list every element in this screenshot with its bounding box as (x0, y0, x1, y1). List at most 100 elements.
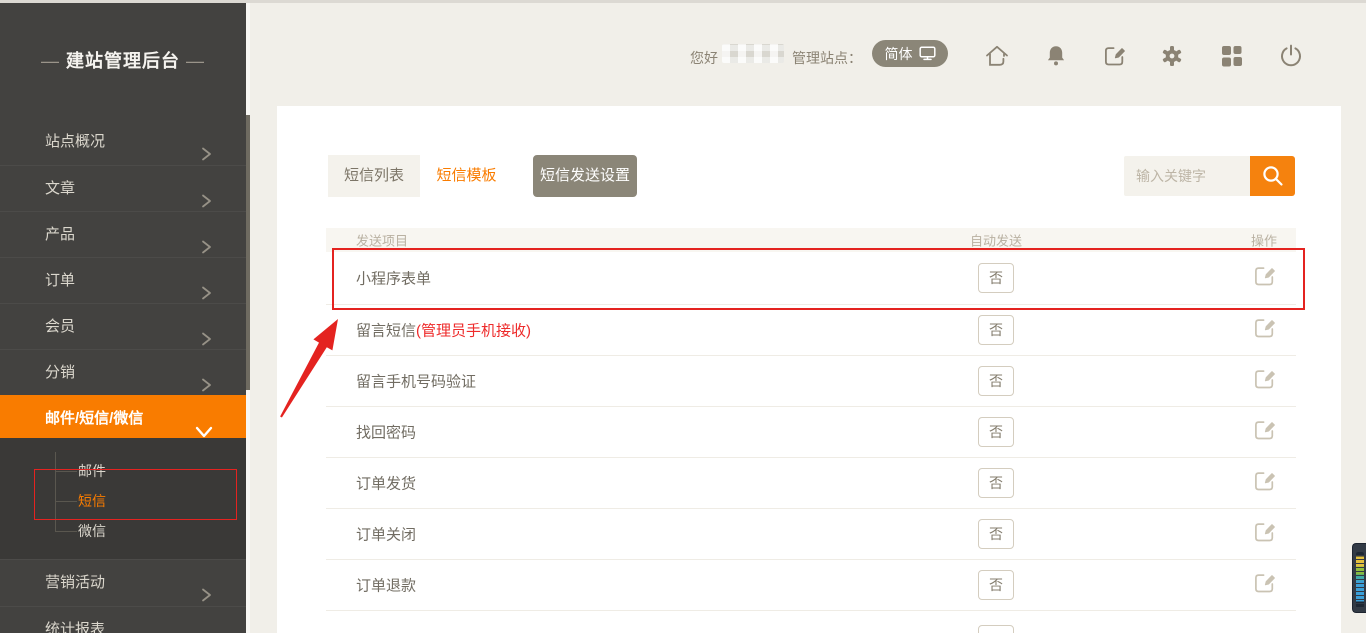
auto-send-cell: 否 (950, 417, 1042, 447)
operation-cell (1234, 468, 1294, 498)
send-item-name-note: (管理员手机接收) (416, 323, 531, 340)
auto-send-toggle-button[interactable]: 否 (978, 519, 1014, 549)
sms-template-table: 发送项目 自动发送 操作 小程序表单否留言短信(管理员手机接收)否留言手机号码验… (326, 228, 1296, 633)
sidebar-item-distribution[interactable]: 分销 (0, 349, 246, 395)
topbar: 您好 · 管理站点： 简体 (250, 3, 1366, 103)
operation-cell (1234, 417, 1294, 447)
edit-icon[interactable] (1251, 519, 1277, 545)
sidebar-item-label: 营销活动 (45, 574, 105, 591)
sidebar-item-articles[interactable]: 文章 (0, 165, 246, 211)
sidebar-item-orders[interactable]: 订单 (0, 257, 246, 303)
auto-send-toggle-button[interactable]: 否 (978, 570, 1014, 600)
operation-cell (1234, 315, 1294, 345)
auto-send-cell: 否 (950, 570, 1042, 600)
auto-send-cell: 否 (950, 366, 1042, 396)
auto-send-toggle-button[interactable]: 否 (978, 315, 1014, 345)
table-row: 找回密码 否 (326, 407, 1296, 458)
operation-cell (1234, 263, 1294, 293)
auto-send-toggle-button[interactable]: 否 (978, 263, 1014, 293)
edit-icon[interactable] (1251, 468, 1277, 494)
edit-icon[interactable] (1251, 366, 1277, 392)
manage-site-label: 管理站点： (792, 48, 862, 68)
admin-title: — 建站管理后台 — (0, 47, 246, 73)
tab-sms-list[interactable]: 短信列表 (328, 155, 420, 197)
tree-line (55, 452, 56, 531)
sidebar-item-marketing[interactable]: 营销活动 (0, 559, 246, 605)
send-item-name: 小程序表单 (356, 268, 431, 289)
title-dash-right: — (186, 51, 205, 71)
auto-send-cell: 否 (950, 315, 1042, 345)
edit-icon[interactable] (1251, 263, 1277, 289)
sms-send-settings-button[interactable]: 短信发送设置 (533, 155, 637, 197)
submenu-item-label: 邮件 (78, 463, 106, 479)
sidebar-item-label: 会员 (45, 318, 75, 335)
monitor-icon (919, 46, 936, 61)
table-row: 订单退款 否 (326, 560, 1296, 611)
sidebar-item-members[interactable]: 会员 (0, 303, 246, 349)
sidebar-item-label: 订单 (45, 272, 75, 289)
operation-cell (1234, 519, 1294, 549)
sidebar-scrollbar-thumb[interactable] (246, 115, 250, 390)
header-send-item: 发送项目 (356, 231, 408, 250)
send-item-name: 订单发货 (356, 473, 416, 494)
search-icon (1260, 163, 1286, 189)
edit-icon[interactable] (1251, 570, 1277, 596)
submenu-item-wechat[interactable]: 微信 (78, 521, 228, 541)
home-icon[interactable] (984, 43, 1010, 69)
sidebar-item-label: 站点概况 (45, 133, 105, 150)
header-auto-send: 自动发送 (950, 231, 1042, 250)
sidebar-item-statistics[interactable]: 统计报表 (0, 606, 246, 633)
table-header: 发送项目 自动发送 操作 (326, 228, 1296, 252)
auto-send-toggle-button[interactable]: 否 (978, 417, 1014, 447)
sidebar-item-site-overview[interactable]: 站点概况 (0, 119, 246, 165)
header-operation: 操作 (1234, 231, 1294, 250)
send-item-name: 订单退款 (356, 575, 416, 596)
browser-widget[interactable] (1352, 543, 1366, 613)
auto-send-toggle-button[interactable]: 否 (978, 625, 1014, 633)
operation-cell (1234, 570, 1294, 600)
compose-icon[interactable] (1101, 43, 1127, 69)
send-item-name: 找回密码 (356, 422, 416, 443)
search-button[interactable] (1250, 156, 1295, 196)
tab-sms-template[interactable]: 短信模板 (420, 155, 513, 197)
sidebar-item-label: 统计报表 (45, 621, 105, 633)
search-input[interactable] (1124, 156, 1250, 196)
language-selector[interactable]: 简体 (872, 40, 948, 67)
chevron-right-icon (199, 623, 213, 633)
page-title: 建站管理后台 (66, 51, 180, 71)
send-item-name: 订单关闭 (356, 524, 416, 545)
sidebar-item-products[interactable]: 产品 (0, 211, 246, 257)
apps-grid-icon[interactable] (1219, 43, 1245, 69)
sidebar-item-label: 产品 (45, 226, 75, 243)
username-redacted (722, 44, 784, 63)
table-row: 否 (326, 611, 1296, 633)
table-row: 订单发货 否 (326, 458, 1296, 509)
widget-indicator-bars (1356, 552, 1364, 608)
auto-send-toggle-button[interactable]: 否 (978, 468, 1014, 498)
auto-send-toggle-button[interactable]: 否 (978, 366, 1014, 396)
bell-icon[interactable] (1043, 43, 1069, 69)
table-row: 留言短信(管理员手机接收)否 (326, 305, 1296, 356)
submenu-item-mail[interactable]: 邮件 (78, 461, 228, 481)
gear-icon[interactable] (1159, 43, 1185, 69)
operation-cell (1234, 366, 1294, 396)
auto-send-cell: 否 (950, 625, 1042, 633)
power-icon[interactable] (1278, 43, 1304, 69)
submenu-item-sms[interactable]: 短信 (78, 491, 228, 511)
tree-tick (55, 531, 77, 532)
sidebar-item-mail-sms-wechat[interactable]: 邮件/短信/微信 (0, 395, 246, 441)
edit-icon[interactable] (1251, 315, 1277, 341)
sidebar-item-label: 分销 (45, 364, 75, 381)
tree-tick (55, 501, 77, 502)
sidebar: —建站管理后台— 站点概况文章产品订单会员分销 邮件/短信/微信 邮件短信微信 … (0, 3, 246, 633)
auto-send-cell: 否 (950, 519, 1042, 549)
auto-send-cell: 否 (950, 263, 1042, 293)
sidebar-item-label: 文章 (45, 180, 75, 197)
sidebar-item-label: 邮件/短信/微信 (45, 410, 143, 427)
language-label: 简体 (885, 44, 913, 64)
tree-tick (55, 471, 77, 472)
send-item-name: 留言手机号码验证 (356, 371, 476, 392)
sidebar-submenu: 邮件短信微信 (0, 438, 246, 559)
edit-icon[interactable] (1251, 417, 1277, 443)
title-dash-left: — (41, 51, 60, 71)
